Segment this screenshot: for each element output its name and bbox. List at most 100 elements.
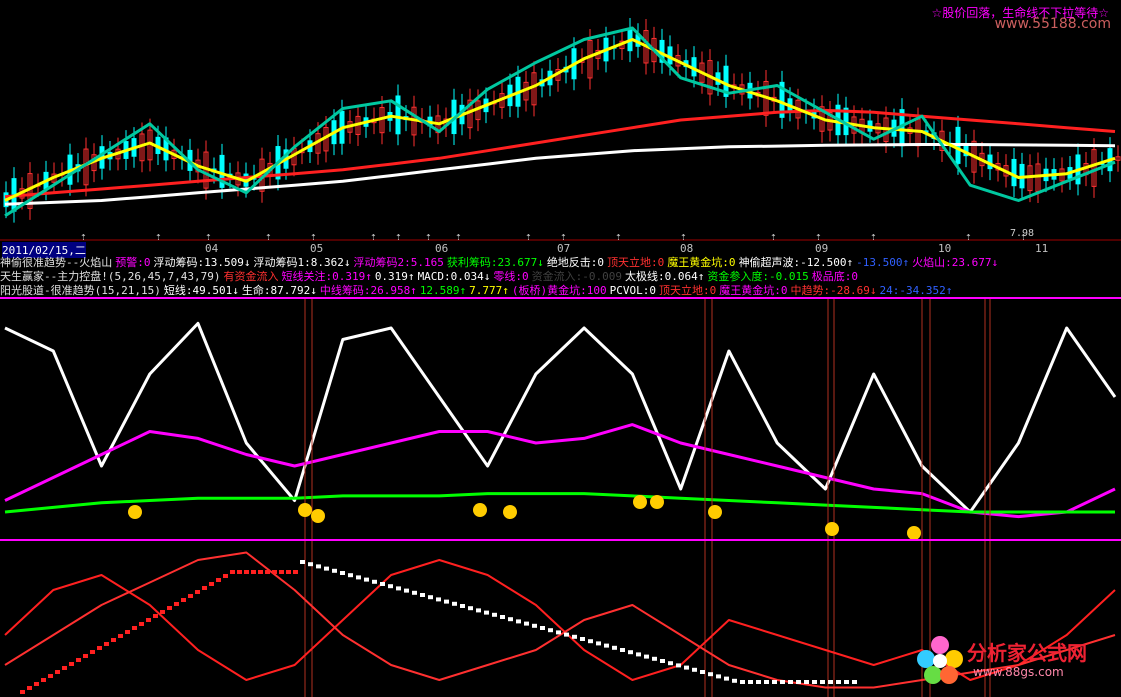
histogram-bar bbox=[540, 626, 545, 630]
histogram-bar bbox=[460, 604, 465, 608]
series-line bbox=[4, 321, 1117, 514]
date-label: 10 bbox=[938, 242, 952, 255]
histogram-bar bbox=[251, 570, 256, 574]
info-item: 12.589↑ bbox=[419, 284, 467, 297]
date-label: 06 bbox=[435, 242, 449, 255]
histogram-bar bbox=[258, 570, 263, 574]
arrow-marker: ⇡ bbox=[965, 230, 972, 243]
histogram-bar bbox=[380, 582, 385, 586]
series-line bbox=[4, 423, 1116, 519]
histogram-bar bbox=[796, 680, 801, 684]
candle-body bbox=[395, 95, 401, 135]
histogram-bar bbox=[452, 601, 457, 606]
info-item: 中线筹码:26.958↑ bbox=[319, 284, 417, 297]
date-label: 04 bbox=[205, 242, 219, 255]
histogram-bar bbox=[348, 573, 353, 578]
series-line bbox=[4, 26, 1116, 218]
date-label: 09 bbox=[815, 242, 829, 255]
histogram-bar bbox=[484, 610, 489, 615]
histogram-bar bbox=[153, 614, 158, 618]
histogram-bar bbox=[396, 586, 401, 591]
histogram-bar bbox=[844, 680, 849, 684]
info-item: 资金参入度:-0.015 bbox=[707, 270, 809, 283]
histogram-bar bbox=[293, 570, 298, 574]
info-item: 阳光股道-很准趋势(15,21,15) bbox=[0, 284, 161, 297]
histogram-bar bbox=[139, 622, 144, 626]
info-item: 极品底:0 bbox=[811, 270, 858, 283]
histogram-bar bbox=[209, 582, 214, 586]
histogram-bar bbox=[596, 641, 601, 646]
histogram-bar bbox=[83, 654, 88, 658]
info-item: 短线:49.501↓ bbox=[163, 284, 239, 297]
histogram-bar bbox=[756, 680, 761, 684]
histogram-bar bbox=[111, 638, 116, 642]
info-item: PCVOL:0 bbox=[609, 284, 657, 297]
histogram-bar bbox=[852, 680, 857, 684]
histogram-bar bbox=[836, 680, 841, 684]
info-item: 魔王黄金坑:0 bbox=[667, 256, 736, 269]
info-item: 24:-34.352↑ bbox=[879, 284, 953, 297]
histogram-bar bbox=[340, 571, 345, 575]
histogram-bar bbox=[516, 619, 521, 624]
info-item: 太极线:0.064↑ bbox=[625, 270, 705, 283]
histogram-bar bbox=[90, 650, 95, 654]
histogram-bar bbox=[812, 680, 817, 684]
histogram-bar bbox=[195, 590, 200, 594]
histogram-bar bbox=[286, 570, 291, 574]
info-item: 神偷很准趋势--火焰山 bbox=[0, 256, 113, 269]
histogram-bar bbox=[620, 648, 625, 652]
date-label: 11 bbox=[1035, 242, 1049, 255]
histogram-bar bbox=[167, 606, 172, 610]
histogram-bar bbox=[468, 606, 473, 611]
histogram-bar bbox=[420, 593, 425, 597]
arrow-marker: ⇡ bbox=[615, 230, 622, 243]
histogram-bar bbox=[104, 642, 109, 646]
histogram-bar bbox=[732, 678, 737, 683]
arrow-marker: ⇡ bbox=[1020, 230, 1027, 243]
histogram-bar bbox=[492, 612, 497, 617]
smiley-icon bbox=[907, 526, 921, 540]
arrow-marker: ⇡ bbox=[155, 230, 162, 243]
histogram-bar bbox=[500, 615, 505, 619]
histogram-bar bbox=[412, 590, 417, 595]
histogram-bar bbox=[160, 610, 165, 614]
info-item: 魔王黄金坑:0 bbox=[719, 284, 788, 297]
date-label: 08 bbox=[680, 242, 694, 255]
price-panel bbox=[3, 18, 1121, 223]
smiley-icon bbox=[650, 495, 664, 509]
histogram-bar bbox=[332, 568, 337, 573]
histogram-bar bbox=[216, 578, 221, 582]
histogram-bar bbox=[97, 646, 102, 650]
histogram-bar bbox=[188, 594, 193, 598]
smiley-icon bbox=[473, 503, 487, 517]
series-line bbox=[4, 38, 1116, 202]
histogram-bar bbox=[20, 690, 25, 694]
histogram-bar bbox=[230, 570, 235, 574]
arrow-marker: ⇡ bbox=[395, 230, 402, 243]
info-item: 短线关注:0.319↑ bbox=[281, 270, 372, 283]
info-item: 浮动筹码1:8.362↓ bbox=[253, 256, 351, 269]
histogram-bar bbox=[428, 595, 433, 600]
histogram-bar bbox=[820, 680, 825, 684]
info-item: 绝地反击:0 bbox=[546, 256, 605, 269]
histogram-bar bbox=[316, 564, 321, 569]
info-item: 顶天立地:0 bbox=[607, 256, 665, 269]
arrow-marker: ⇡ bbox=[425, 230, 432, 243]
histogram-bar bbox=[748, 680, 753, 684]
watermark-text: www.55188.com bbox=[994, 16, 1111, 32]
info-item: 有资金流入 bbox=[223, 270, 279, 283]
histogram-bar bbox=[118, 634, 123, 638]
logo-title: 分析家公式网 bbox=[967, 641, 1087, 665]
histogram-bar bbox=[436, 597, 441, 602]
histogram-bar bbox=[62, 666, 67, 670]
histogram-bar bbox=[572, 634, 577, 639]
histogram-bar bbox=[279, 570, 284, 574]
histogram-bar bbox=[69, 662, 74, 666]
histogram-bar bbox=[244, 570, 249, 574]
histogram-bar bbox=[356, 575, 361, 580]
histogram-bar bbox=[34, 682, 39, 686]
histogram-bar bbox=[524, 621, 529, 626]
histogram-bar bbox=[764, 680, 769, 684]
info-item: 天生赢家--主力控盘!(5,26,45,7,43,79) bbox=[0, 270, 221, 283]
histogram-bar bbox=[564, 632, 569, 637]
